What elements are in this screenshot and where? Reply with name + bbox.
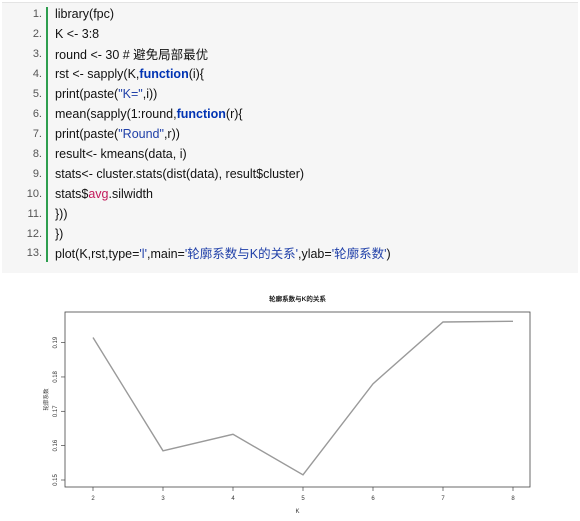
code-token: (i){ [188, 66, 204, 81]
x-tick-label: 2 [91, 496, 95, 502]
code-line: 10. stats$avg.silwidth [2, 184, 578, 203]
code-string: "Round" [118, 126, 164, 141]
code-text: rst <- sapply(K,function(i){ [46, 67, 204, 81]
y-tick-label: 0.16 [53, 439, 59, 451]
code-token: ) [386, 247, 391, 261]
series-line [92, 320, 514, 476]
y-tick-label: 0.17 [53, 405, 59, 417]
code-line: 13. plot(K,rst,type='l',main='轮廓系数与K的关系',… [2, 243, 578, 262]
x-tick-label: 8 [511, 496, 515, 502]
x-tick-label: 7 [441, 496, 445, 502]
x-tick-label: 4 [231, 496, 235, 502]
code-keyword: function [139, 66, 189, 81]
code-line: 7. print(paste("Round",r)) [2, 124, 578, 143]
y-tick-label: 0.15 [53, 474, 59, 486]
line-number: 8. [32, 147, 42, 160]
x-axis-label: K [295, 509, 299, 515]
code-text: library(fpc) [46, 7, 114, 21]
code-line: 3. round <- 30 # 避免局部最优 [2, 44, 578, 63]
code-line: 1. library(fpc) [2, 4, 578, 23]
code-text: mean(sapply(1:round,function(r){ [46, 107, 243, 121]
code-token: result<- kmeans(data, i) [55, 146, 187, 161]
code-token: print(paste( [55, 126, 119, 141]
line-number: 10. [26, 187, 42, 200]
code-string: 'l' [139, 247, 147, 261]
code-token: stats$ [55, 186, 89, 201]
line-number: 6. [32, 107, 42, 120]
code-line: 11.})) [2, 204, 578, 223]
line-number: 4. [32, 67, 42, 80]
plot-frame [64, 311, 531, 488]
line-number: 5. [32, 87, 42, 100]
code-line: 2. K <- 3:8 [2, 24, 578, 43]
code-line: 6. mean(sapply(1:round,function(r){ [2, 104, 578, 123]
line-number: 3. [32, 47, 42, 60]
line-number: 2. [32, 27, 42, 40]
y-axis-label: 轮廓系数 [42, 388, 50, 411]
code-token: rst <- sapply(K, [55, 66, 140, 81]
code-token: ,i)) [142, 86, 158, 101]
line-number: 11. [27, 207, 42, 220]
line-number: 9. [32, 167, 42, 180]
code-token: stats<- cluster.stats(dist(data), result… [55, 166, 305, 181]
code-token: (r){ [225, 106, 243, 121]
code-text: K <- 3:8 [46, 27, 99, 41]
code-token: }) [55, 226, 64, 241]
x-tick-label: 6 [371, 496, 375, 502]
code-string: "K=" [118, 86, 143, 101]
code-line: 5. print(paste("K=",i)) [2, 84, 578, 103]
code-block: 1. library(fpc) 2. K <- 3:8 3. round <- 30 # … [2, 2, 578, 273]
code-text: plot(K,rst,type='l',main='轮廓系数与K的关系',yla… [46, 243, 391, 262]
code-keyword: function [176, 106, 226, 121]
code-token: K <- 3:8 [55, 26, 100, 41]
code-text: print(paste("Round",r)) [46, 127, 180, 141]
code-string: '轮廓系数' [331, 247, 387, 261]
code-line: 9. stats<- cluster.stats(dist(data), resu… [2, 164, 578, 183]
line-number: 13. [26, 246, 42, 259]
code-token: plot(K,rst,type= [55, 247, 140, 261]
code-text: print(paste("K=",i)) [46, 87, 157, 101]
code-line: 4. rst <- sapply(K,function(i){ [2, 64, 578, 83]
code-line: 12.}) [2, 224, 578, 243]
x-tick-label: 5 [301, 496, 305, 502]
code-line: 8. result<- kmeans(data, i) [2, 144, 578, 163]
chart-title: 轮廓系数与K的关系 [269, 294, 326, 303]
code-text: }) [46, 227, 63, 241]
y-tick-label: 0.18 [53, 370, 59, 382]
code-text: stats<- cluster.stats(dist(data), result… [46, 167, 304, 181]
code-token: .silwidth [108, 186, 153, 201]
code-token: round <- 30 # 避免局部最优 [55, 48, 209, 62]
code-attribute: avg [88, 186, 109, 201]
line-number: 1. [32, 7, 42, 20]
code-token: ,r)) [163, 126, 180, 141]
code-token: library(fpc) [55, 6, 115, 21]
code-token: ,ylab= [297, 247, 332, 261]
x-tick-label: 3 [161, 496, 165, 502]
y-tick-label: 0.19 [53, 336, 59, 348]
code-token: print(paste( [55, 86, 119, 101]
code-text: round <- 30 # 避免局部最优 [46, 44, 208, 63]
line-number: 12. [26, 227, 42, 240]
code-token: mean(sapply(1:round, [55, 106, 177, 121]
line-chart: 轮廓系数与K的关系 K 轮廓系数 2 3 4 5 6 7 8 0.15 0.16 0.17 0.18 0.1… [42, 294, 531, 515]
code-text: stats$avg.silwidth [46, 187, 153, 201]
code-text: })) [46, 207, 68, 221]
code-token: ,main= [146, 247, 185, 261]
code-token: })) [55, 206, 68, 221]
code-text: result<- kmeans(data, i) [46, 147, 187, 161]
code-string: '轮廓系数与K的关系' [184, 247, 298, 261]
line-number: 7. [32, 127, 42, 140]
